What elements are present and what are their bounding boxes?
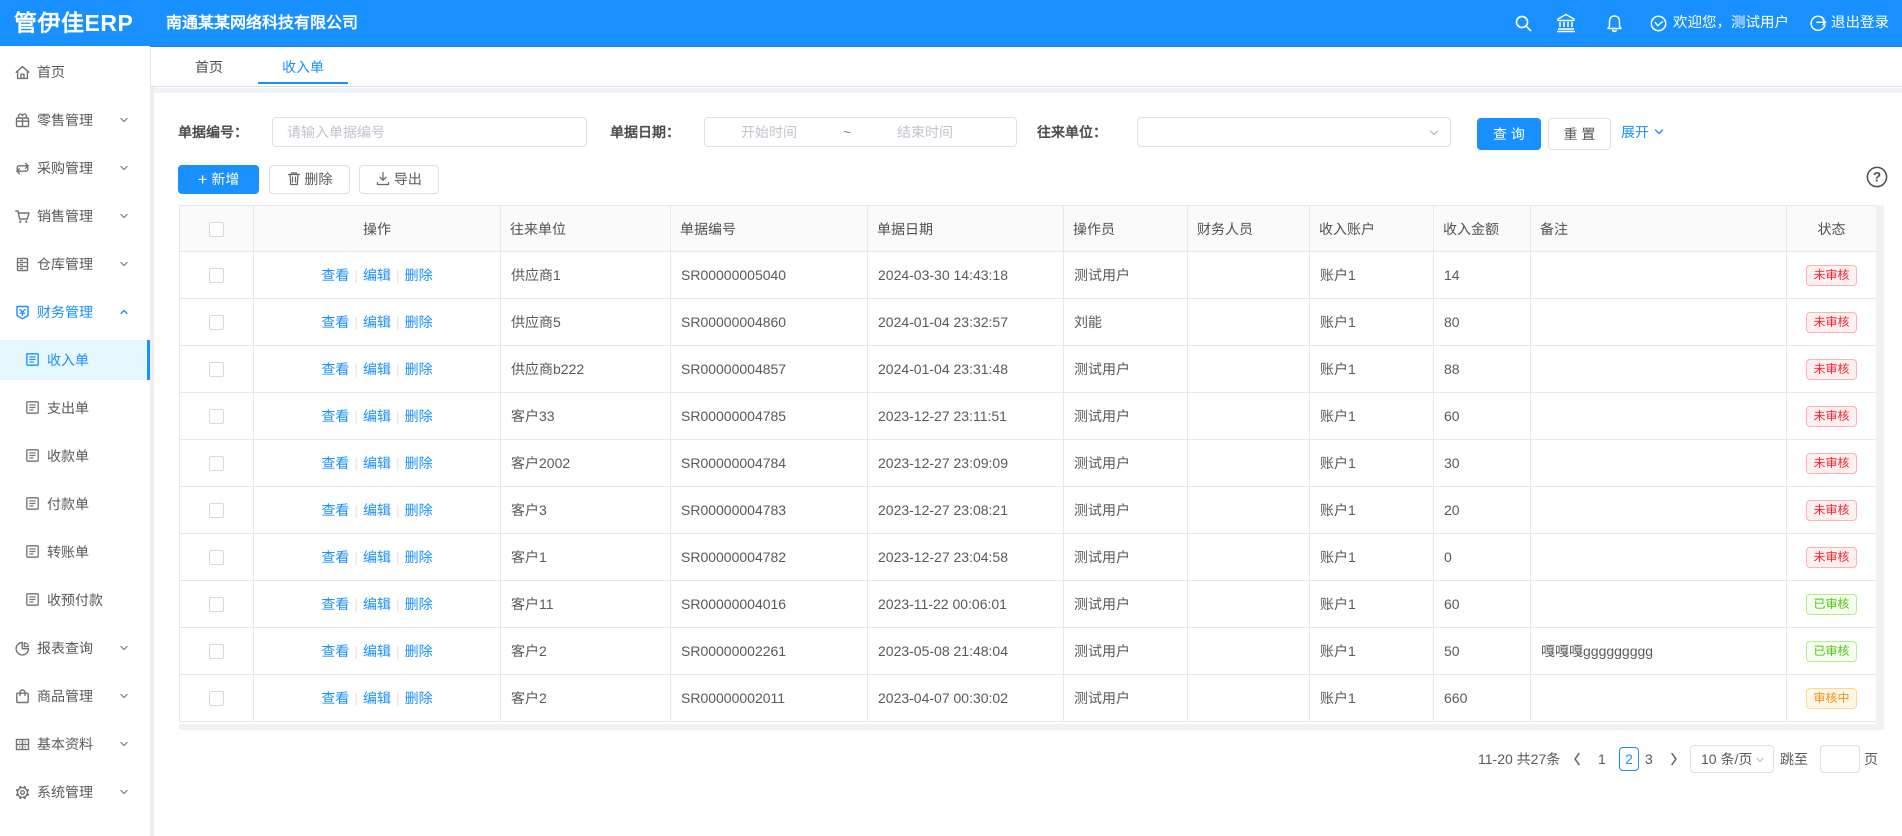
svg-text:?: ? bbox=[1873, 170, 1881, 185]
